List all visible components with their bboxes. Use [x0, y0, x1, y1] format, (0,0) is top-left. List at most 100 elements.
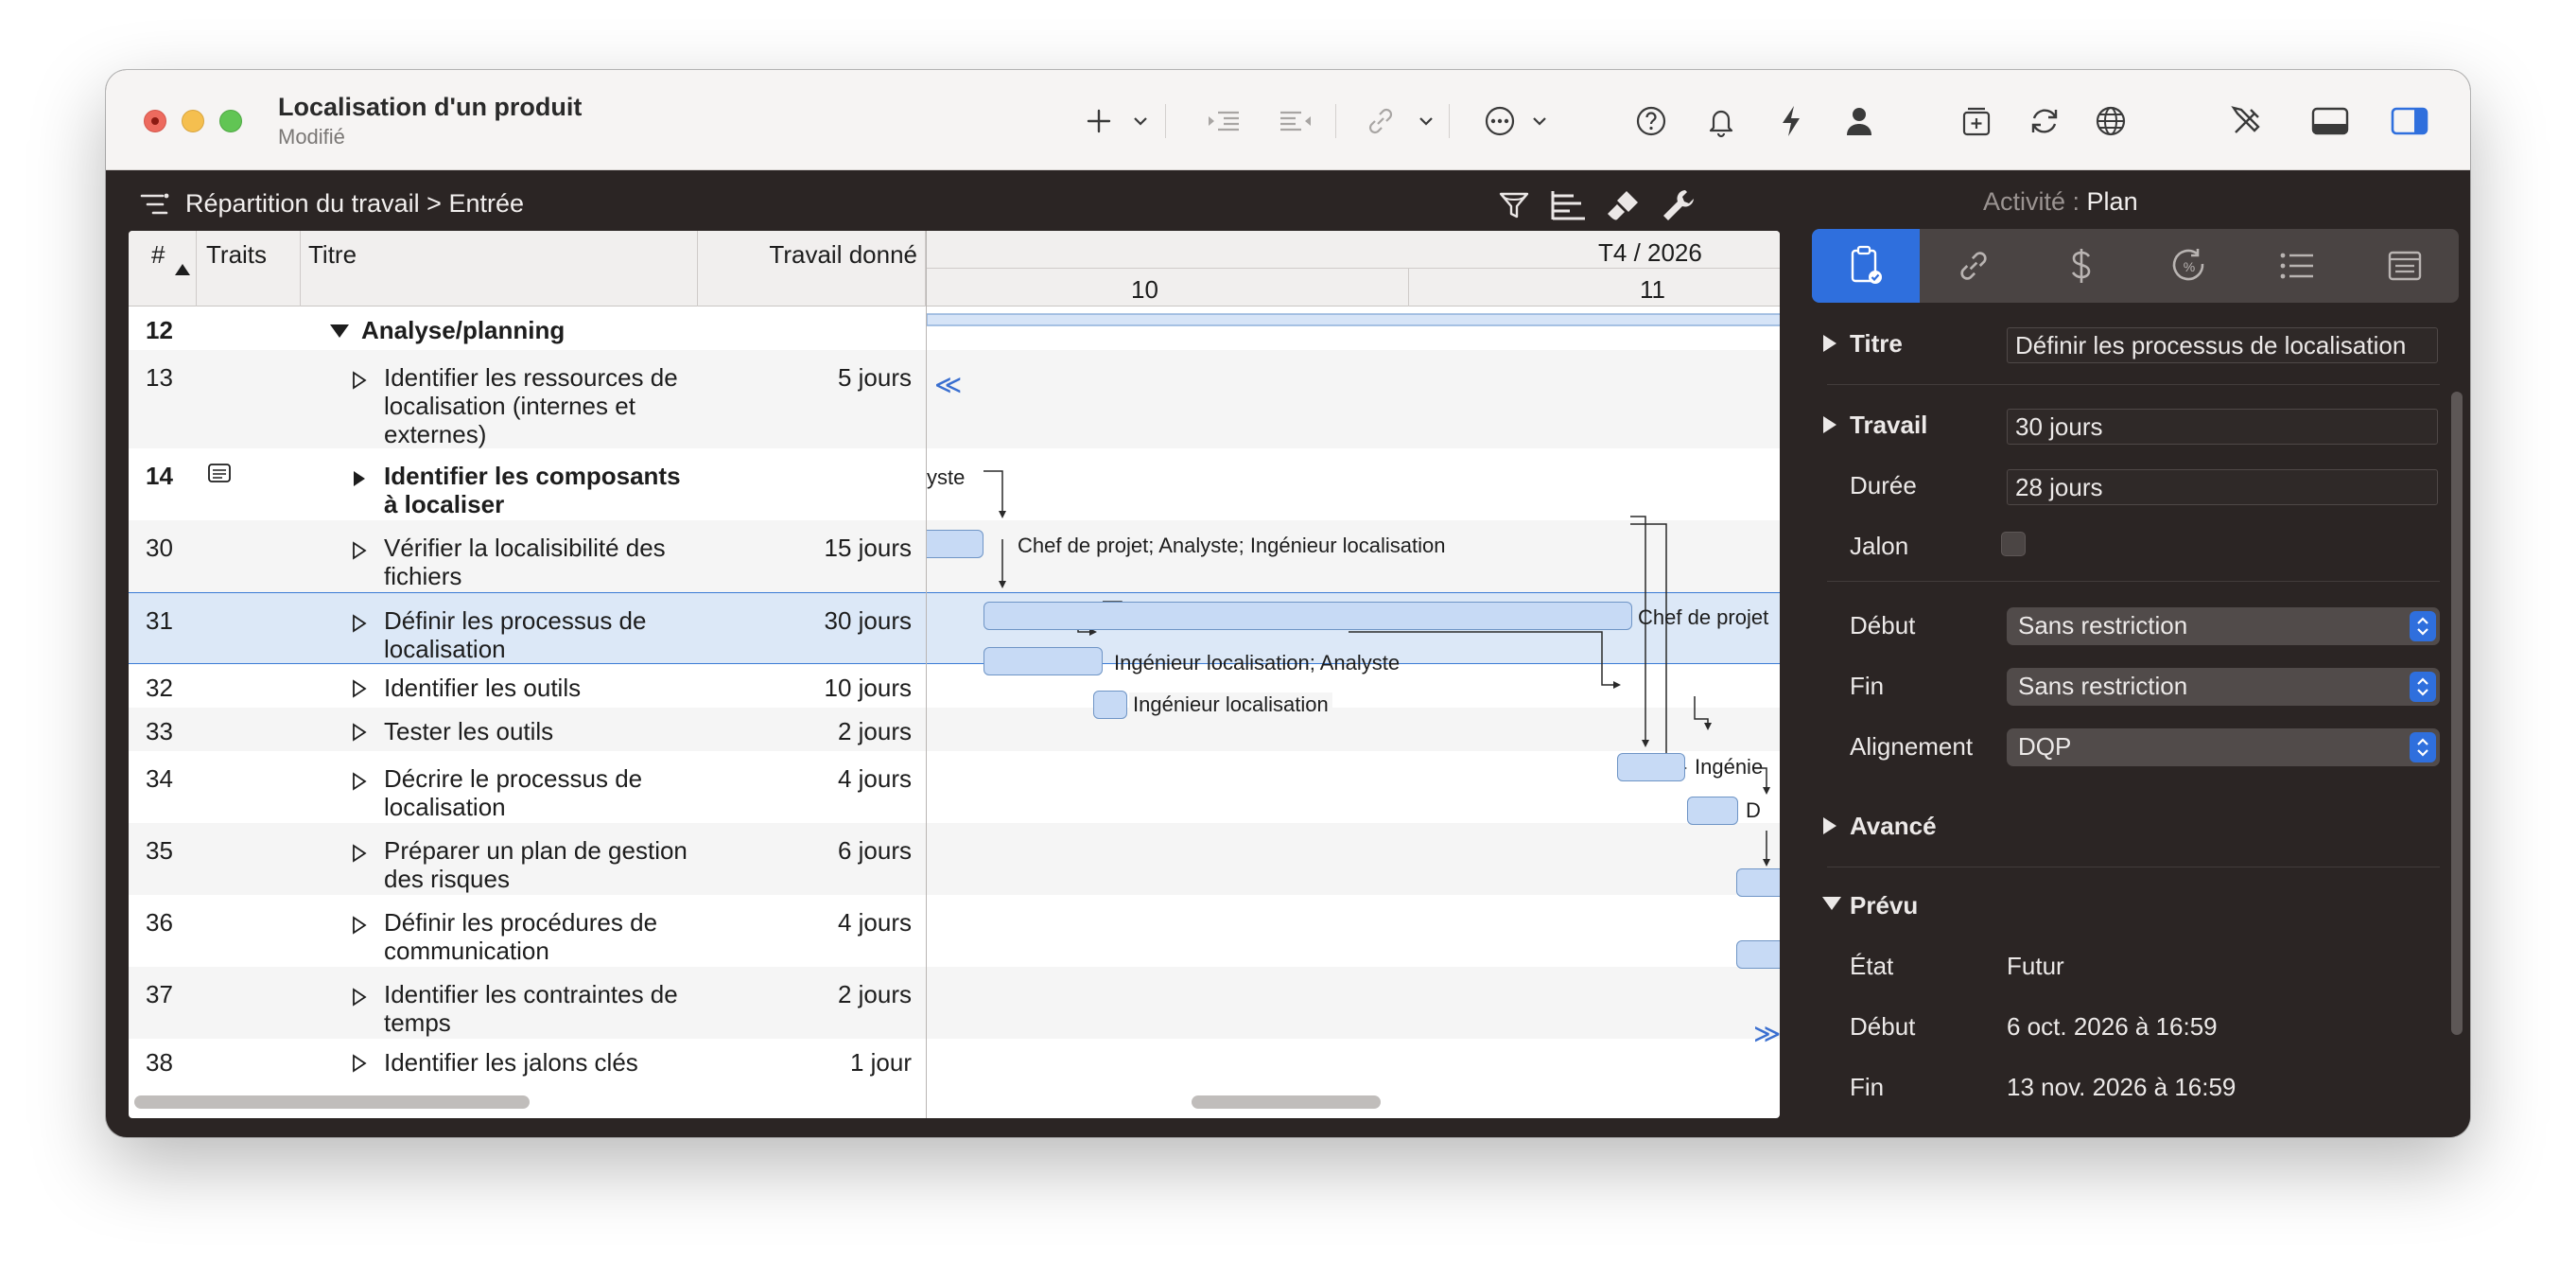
activity-indicator[interactable]: Activité : Plan	[1983, 187, 2138, 217]
disclosure-collapsed-icon[interactable]	[352, 469, 367, 488]
planned-start-value: 6 oct. 2026 à 16:59	[2007, 1012, 2218, 1041]
gantt-view-icon[interactable]	[1547, 184, 1591, 227]
chevron-down-icon[interactable]	[1528, 98, 1551, 144]
breadcrumb-current[interactable]: Entrée	[448, 189, 524, 218]
bottom-panel-icon[interactable]	[2309, 98, 2351, 144]
disclosure-collapsed-icon[interactable]	[352, 614, 367, 633]
progress-icon: %	[2172, 249, 2204, 281]
etat-label: État	[1850, 952, 1894, 980]
tab-progress[interactable]: %	[2135, 229, 2243, 303]
disclosure-collapsed-icon[interactable]	[352, 916, 367, 935]
list-icon	[2280, 253, 2313, 279]
breadcrumb-path[interactable]: Répartition du travail	[185, 189, 420, 218]
column-header-traits[interactable]: Traits	[197, 231, 301, 307]
column-header-num[interactable]: #	[129, 231, 197, 307]
note-icon[interactable]	[208, 464, 231, 482]
gantt-bar[interactable]	[983, 647, 1103, 675]
sync-icon[interactable]	[2026, 98, 2063, 144]
tab-cost[interactable]	[2028, 229, 2135, 303]
avance-section-header[interactable]: Avancé	[1850, 812, 1937, 841]
planned-end-label: Fin	[1850, 1073, 1885, 1101]
lightning-icon[interactable]	[1772, 98, 1810, 144]
bell-icon[interactable]	[1702, 98, 1740, 144]
gantt-resource-label: Ingénie	[1695, 755, 1764, 779]
chevron-down-icon[interactable]	[1129, 98, 1152, 144]
person-icon[interactable]	[1840, 98, 1878, 144]
right-sidebar-icon[interactable]	[2389, 98, 2430, 144]
plus-icon[interactable]	[1080, 98, 1118, 144]
start-constraint-select[interactable]: Sans restriction	[2007, 607, 2440, 645]
inspector-scrollbar[interactable]	[2451, 392, 2463, 1035]
zoom-window-button[interactable]	[219, 110, 242, 132]
breadcrumb-separator: >	[426, 189, 442, 218]
disclosure-collapsed-icon[interactable]	[352, 371, 367, 390]
gantt-bar[interactable]	[1736, 940, 1780, 969]
debut-label: Début	[1850, 611, 1916, 640]
row-number: 34	[146, 764, 173, 793]
disclosure-collapsed-icon[interactable]	[352, 1054, 367, 1073]
gantt-bar[interactable]	[1687, 797, 1738, 825]
duration-field[interactable]: 28 jours	[2007, 469, 2438, 505]
gantt-bar[interactable]	[1093, 691, 1127, 719]
title-field[interactable]: Définir les processus de localisation	[2007, 327, 2438, 363]
disclosure-collapsed-icon[interactable]	[1821, 414, 1838, 435]
disclosure-collapsed-icon[interactable]	[1821, 333, 1838, 354]
row-work: 2 jours	[837, 980, 912, 1008]
offscreen-left-marker[interactable]: ≪	[934, 369, 962, 400]
chevron-updown-icon	[2410, 732, 2436, 762]
inspector-panel: % Titre Définir les processus de localis…	[1802, 229, 2470, 1137]
disclosure-collapsed-icon[interactable]	[352, 772, 367, 791]
status-value: Futur	[2007, 952, 2064, 980]
disclosure-collapsed-icon[interactable]	[352, 723, 367, 742]
table-horizontal-scrollbar[interactable]	[134, 1095, 530, 1109]
gantt-resource-label: Ingénieur localisation; Analyste	[1114, 651, 1401, 675]
gantt-horizontal-scrollbar[interactable]	[1192, 1095, 1381, 1109]
globe-icon[interactable]	[2092, 98, 2130, 144]
offscreen-right-marker[interactable]: ≫	[1753, 1018, 1780, 1049]
prevu-section-header[interactable]: Prévu	[1850, 891, 1918, 920]
help-icon[interactable]	[1632, 98, 1670, 144]
row-title: Préparer un plan de gestion des risques	[384, 836, 688, 893]
minimize-window-button[interactable]	[182, 110, 204, 132]
alignment-select[interactable]: DQP	[2007, 728, 2440, 766]
column-header-title[interactable]: Titre	[301, 231, 698, 307]
gantt-bar[interactable]	[927, 530, 983, 558]
tab-dependencies[interactable]	[1920, 229, 2028, 303]
more-icon[interactable]	[1481, 98, 1519, 144]
tools-icon[interactable]	[2226, 98, 2268, 144]
disclosure-collapsed-icon[interactable]	[352, 844, 367, 863]
outdent-icon[interactable]	[1275, 98, 1316, 144]
column-header-work[interactable]: Travail donné	[698, 231, 926, 307]
disclosure-collapsed-icon[interactable]	[352, 988, 367, 1007]
disclosure-collapsed-icon[interactable]	[352, 679, 367, 698]
style-brush-icon[interactable]	[1602, 184, 1645, 227]
gantt-week-label: 11	[1640, 275, 1665, 304]
breadcrumb[interactable]: Répartition du travail > Entrée	[185, 189, 524, 219]
row-title: Décrire le processus de localisation	[384, 764, 643, 821]
work-field[interactable]: 30 jours	[2007, 409, 2438, 445]
end-constraint-select[interactable]: Sans restriction	[2007, 668, 2440, 706]
disclosure-collapsed-icon[interactable]	[1821, 815, 1838, 836]
activity-value[interactable]: Plan	[2087, 187, 2138, 216]
disclosure-expanded-icon[interactable]	[329, 324, 350, 339]
milestone-checkbox[interactable]	[2001, 532, 2026, 556]
tab-task[interactable]	[1812, 229, 1920, 303]
tab-structure[interactable]	[2243, 229, 2351, 303]
link-icon[interactable]	[1362, 98, 1400, 144]
gantt-bar-selected[interactable]	[983, 602, 1632, 630]
chevron-down-icon[interactable]	[1415, 98, 1437, 144]
tab-note[interactable]	[2351, 229, 2459, 303]
gantt-bar[interactable]	[1736, 868, 1780, 897]
row-title: Identifier les composants à localiser	[384, 462, 681, 518]
gantt-bar[interactable]	[1617, 753, 1685, 781]
disclosure-expanded-icon[interactable]	[1821, 895, 1842, 912]
gantt-resource-label: Chef de projet	[1638, 605, 1769, 629]
disclosure-collapsed-icon[interactable]	[352, 541, 367, 560]
indent-icon[interactable]	[1203, 98, 1244, 144]
close-window-button[interactable]	[144, 110, 166, 132]
gantt-quarter-label: T4 / 2026	[1598, 238, 1702, 267]
add-resource-icon[interactable]	[1958, 98, 1995, 144]
filter-icon[interactable]	[1492, 184, 1536, 227]
wrench-icon[interactable]	[1657, 184, 1700, 227]
gantt-chart[interactable]: ≪ yste Chef de projet; Analyste; Ingénie…	[927, 307, 1780, 1082]
